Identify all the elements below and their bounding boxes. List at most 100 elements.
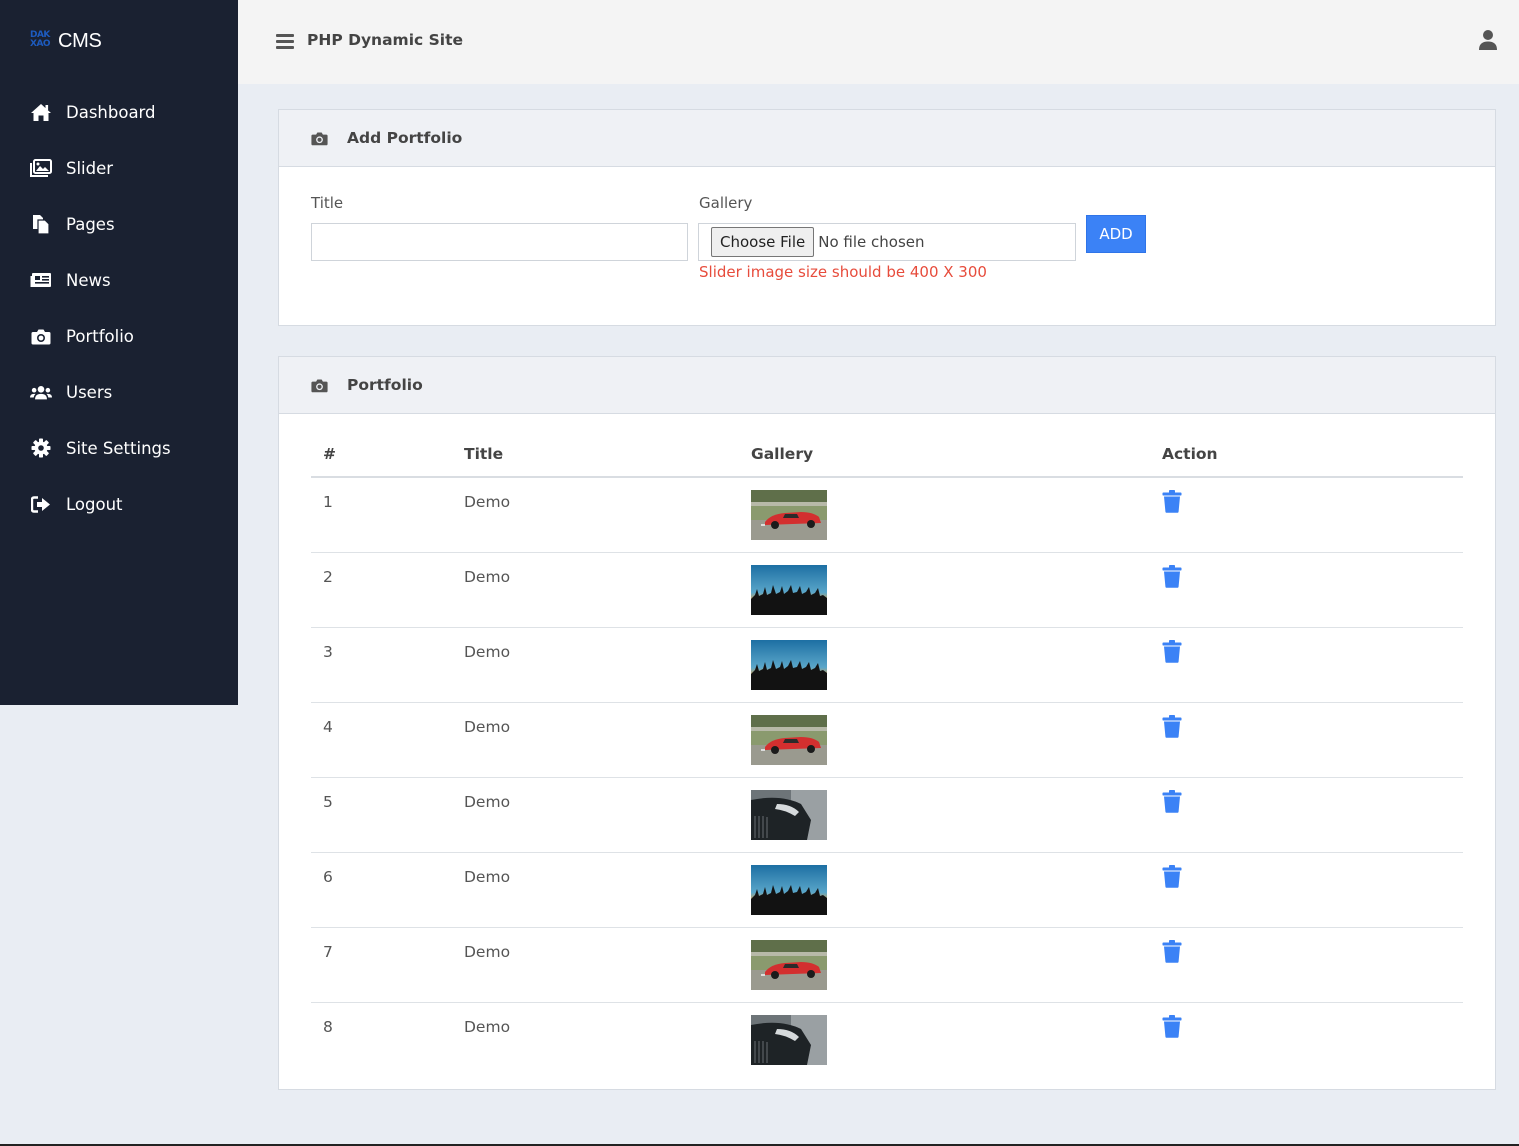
gallery-file-input[interactable]: Choose File No file chosen xyxy=(698,223,1076,261)
row-title: Demo xyxy=(452,702,739,778)
row-title: Demo xyxy=(452,777,739,853)
logo-mark-icon: DAK XAO xyxy=(30,30,51,49)
row-action xyxy=(1150,477,1463,553)
row-title: Demo xyxy=(452,477,739,553)
choose-file-button[interactable]: Choose File xyxy=(711,227,815,257)
card-title: Portfolio xyxy=(347,376,423,394)
sidebar-item-dashboard[interactable]: Dashboard xyxy=(0,84,238,140)
row-number: 7 xyxy=(311,927,452,1003)
gallery-thumbnail xyxy=(751,490,827,540)
table-row: 1 Demo xyxy=(311,477,1463,553)
sidebar-item-label: Site Settings xyxy=(66,438,171,458)
sidebar-item-label: Slider xyxy=(66,158,114,178)
sidebar-item-label: News xyxy=(66,270,111,290)
row-gallery xyxy=(739,1002,1150,1077)
row-action xyxy=(1150,927,1463,1003)
delete-trash-icon[interactable] xyxy=(1162,789,1182,813)
row-number: 3 xyxy=(311,627,452,703)
file-status-text: No file chosen xyxy=(818,233,925,251)
sidebar-item-label: Logout xyxy=(66,494,123,514)
sidebar-item-pages[interactable]: Pages xyxy=(0,196,238,252)
gallery-label: Gallery xyxy=(699,194,753,212)
column-header-number: # xyxy=(311,432,452,478)
row-gallery xyxy=(739,927,1150,1003)
sidebar-item-news[interactable]: News xyxy=(0,252,238,308)
row-title: Demo xyxy=(452,852,739,928)
delete-trash-icon[interactable] xyxy=(1162,714,1182,738)
title-input[interactable] xyxy=(311,223,688,261)
sidebar-item-logout[interactable]: Logout xyxy=(0,476,238,532)
gallery-thumbnail xyxy=(751,564,827,615)
gallery-thumbnail xyxy=(751,939,827,990)
row-title: Demo xyxy=(464,1017,511,1036)
table-row: 7 Demo xyxy=(311,927,1463,1003)
title-label: Title xyxy=(311,194,344,212)
user-icon[interactable] xyxy=(1478,29,1498,51)
row-gallery xyxy=(739,852,1150,928)
add-portfolio-header: Add Portfolio xyxy=(279,110,1495,167)
sidebar-item-users[interactable]: Users xyxy=(0,364,238,420)
delete-trash-icon[interactable] xyxy=(1162,939,1182,963)
row-number: 5 xyxy=(311,777,452,853)
sidebar-item-label: Pages xyxy=(66,214,115,234)
column-header-title: Title xyxy=(452,432,739,478)
hamburger-icon[interactable] xyxy=(276,32,296,52)
sidebar-item-slider[interactable]: Slider xyxy=(0,140,238,196)
brand-logo[interactable]: DAK XAO CMS xyxy=(30,26,102,56)
copy-icon xyxy=(30,213,52,235)
delete-trash-icon[interactable] xyxy=(1162,639,1182,663)
table-row: 8 Demo xyxy=(311,1002,1463,1077)
images-icon xyxy=(30,157,52,179)
row-action xyxy=(1150,702,1463,778)
table-row: 5 Demo xyxy=(311,777,1463,853)
row-action xyxy=(1150,627,1463,703)
row-number: 2 xyxy=(311,552,452,628)
sidebar-item-site-settings[interactable]: Site Settings xyxy=(0,420,238,476)
home-icon xyxy=(30,101,52,123)
sidebar-item-label: Users xyxy=(66,382,113,402)
gallery-thumbnail xyxy=(751,864,827,915)
sidebar-nav: Dashboard Slider Pages News Portfolio Us… xyxy=(0,84,238,532)
table-row: 3 Demo xyxy=(311,627,1463,703)
portfolio-table: # Title Gallery Action 1 Demo 2 Demo 3 Demo 4 D… xyxy=(311,432,1463,1077)
table-header-row: # Title Gallery Action xyxy=(311,432,1463,478)
row-gallery xyxy=(739,627,1150,703)
table-row: 4 Demo xyxy=(311,702,1463,778)
add-portfolio-card: Add Portfolio Title Gallery Choose File … xyxy=(278,109,1496,326)
delete-trash-icon[interactable] xyxy=(1162,564,1182,588)
row-gallery xyxy=(739,477,1150,553)
sidebar-item-portfolio[interactable]: Portfolio xyxy=(0,308,238,364)
add-button[interactable]: ADD xyxy=(1086,215,1146,253)
gallery-thumbnail xyxy=(751,1014,827,1065)
camera-icon xyxy=(311,131,328,146)
gallery-thumbnail xyxy=(751,789,827,840)
gallery-thumbnail xyxy=(751,714,827,765)
delete-trash-icon[interactable] xyxy=(1162,1014,1182,1038)
sign-out-icon xyxy=(30,493,52,515)
row-action xyxy=(1150,777,1463,853)
row-gallery xyxy=(739,777,1150,853)
site-title: PHP Dynamic Site xyxy=(307,31,463,49)
row-title: Demo xyxy=(452,552,739,628)
sidebar: DAK XAO CMS Dashboard Slider Pages News … xyxy=(0,0,238,705)
camera-icon xyxy=(311,378,328,393)
table-row: 6 Demo xyxy=(311,852,1463,928)
delete-trash-icon[interactable] xyxy=(1162,864,1182,888)
users-icon xyxy=(30,381,52,403)
row-number: 1 xyxy=(311,477,452,553)
card-title: Add Portfolio xyxy=(347,129,463,147)
row-action xyxy=(1150,852,1463,928)
row-action xyxy=(1150,1002,1463,1077)
portfolio-list-header: Portfolio xyxy=(279,357,1495,414)
sidebar-item-label: Dashboard xyxy=(66,102,156,122)
row-number: 6 xyxy=(311,852,452,928)
row-title: Demo xyxy=(452,627,739,703)
sidebar-item-label: Portfolio xyxy=(66,326,134,346)
column-header-action: Action xyxy=(1150,432,1463,478)
delete-trash-icon[interactable] xyxy=(1162,490,1182,513)
row-action xyxy=(1150,552,1463,628)
image-size-hint: Slider image size should be 400 X 300 xyxy=(699,263,987,281)
row-number: 4 xyxy=(311,702,452,778)
table-row: 2 Demo xyxy=(311,552,1463,628)
gallery-thumbnail xyxy=(751,639,827,690)
